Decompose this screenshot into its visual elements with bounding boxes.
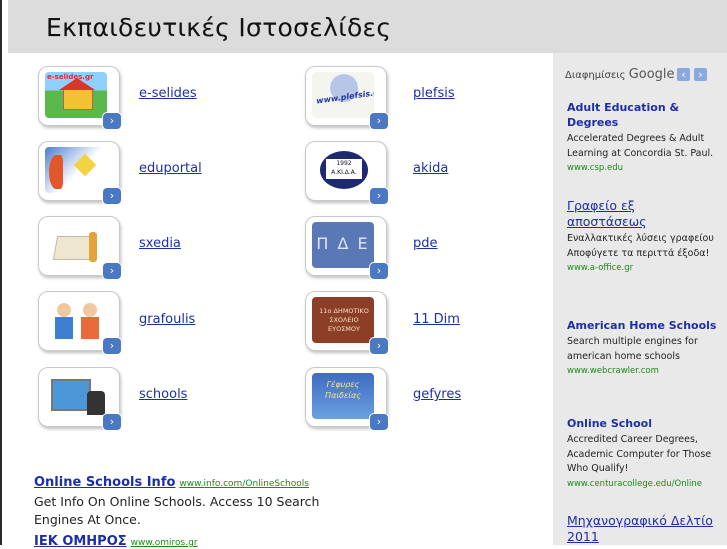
thumb-caption: e-selides.gr — [47, 73, 94, 81]
site-link[interactable]: schools — [139, 387, 187, 402]
sidebar-ad: Online School Accredited Career Degrees,… — [567, 416, 717, 489]
site-thumb-grafoulis[interactable]: › — [38, 291, 121, 354]
sidebar-ad-url[interactable]: www.centuracollege.edu/Online — [567, 479, 717, 489]
site-link[interactable]: akida — [413, 161, 448, 176]
chevron-right-icon[interactable]: › — [370, 414, 388, 430]
sidebar-ad-desc: Εναλλακτικές λύσεις γραφείου Αποφύγετε τ… — [567, 233, 714, 259]
ads-sidebar: Διαφημίσεις Google ‹ › Adult Education &… — [553, 53, 727, 545]
site-link[interactable]: e-selides — [139, 86, 197, 101]
site-thumb-schools[interactable]: › — [38, 367, 121, 430]
sidebar-ad-desc: Search multiple engines for american hom… — [567, 336, 698, 362]
site-thumb-e-selides[interactable]: e-selides.gr › — [38, 66, 121, 129]
sidebar-ad-url[interactable]: www.webcrawler.com — [567, 366, 717, 376]
ad-title-link[interactable]: ΙΕΚ ΟΜΗΡΟΣ — [34, 534, 127, 549]
site-image: e-selides.gr — [45, 72, 107, 118]
site-image: Γέφυρες Παιδείας — [312, 373, 374, 419]
site-thumb-plefsis[interactable]: www.plefsis.gr › — [305, 66, 388, 129]
chevron-right-icon[interactable]: › — [103, 113, 121, 129]
site-thumb-gefyres[interactable]: Γέφυρες Παιδείας › — [305, 367, 388, 430]
sidebar-ad: Γραφείο εξ αποστάσεως Εναλλακτικές λύσει… — [567, 198, 717, 273]
site-image — [45, 373, 107, 419]
chevron-right-icon[interactable]: › — [370, 263, 388, 279]
site-image: 1992 Α.ΚΙ.Δ.Α. — [312, 147, 374, 193]
site-thumb-sxedia[interactable]: › — [38, 216, 121, 279]
site-image — [45, 147, 107, 193]
site-image: www.plefsis.gr — [312, 72, 374, 118]
site-thumb-eduportal[interactable]: › — [38, 141, 121, 204]
site-thumb-akida[interactable]: 1992 Α.ΚΙ.Δ.Α. › — [305, 141, 388, 204]
google-ads-label[interactable]: Διαφημίσεις Google — [565, 67, 675, 82]
sidebar-ad-title[interactable]: American Home Schools — [567, 318, 717, 333]
page-title: Εκπαιδευτικές Ιστοσελίδες — [46, 13, 392, 42]
site-image — [45, 297, 107, 343]
thumb-caption: 1992 Α.ΚΙ.Δ.Α. — [331, 160, 357, 176]
sidebar-ad: American Home Schools Search multiple en… — [567, 318, 717, 376]
sidebar-ad-title[interactable]: Online School — [567, 416, 717, 431]
site-image — [45, 222, 107, 268]
sidebar-ad-title[interactable]: Μηχανογραφικό Δελτίο 2011 — [567, 513, 717, 545]
site-link[interactable]: plefsis — [413, 86, 455, 101]
chevron-left-icon[interactable]: ‹ — [677, 68, 690, 81]
ad-description: Get Info On Online Schools. Access 10 Se… — [34, 494, 320, 527]
google-logo: Google — [628, 67, 675, 82]
site-link[interactable]: grafoulis — [139, 312, 195, 327]
site-link[interactable]: eduportal — [139, 161, 202, 176]
site-image: 11ο ΔΗΜΟΤΙΚΟ ΣΧΟΛΕΙΟ ΕΥΟΣΜΟΥ — [312, 297, 374, 343]
ad-url[interactable]: www.info.com/OnlineSchools — [179, 479, 309, 489]
site-image: Π Δ Ε — [312, 222, 374, 268]
thumb-caption: 11ο ΔΗΜΟΤΙΚΟ ΣΧΟΛΕΙΟ ΕΥΟΣΜΟΥ — [319, 307, 369, 333]
ad-url[interactable]: www.omiros.gr — [131, 538, 198, 548]
ad-title-link[interactable]: Online Schools Info — [34, 475, 175, 490]
chevron-right-icon[interactable]: › — [103, 263, 121, 279]
chevron-right-icon[interactable]: › — [103, 414, 121, 430]
ad-iek-omiros: ΙΕΚ ΟΜΗΡΟΣ www.omiros.gr — [34, 530, 324, 549]
sidebar-ad-title[interactable]: Adult Education & Degrees — [567, 100, 717, 130]
site-link[interactable]: pde — [413, 236, 438, 251]
sidebar-ad-url[interactable]: www.a-office.gr — [567, 263, 717, 273]
chevron-right-icon[interactable]: › — [103, 188, 121, 204]
sidebar-ad: Μηχανογραφικό Δελτίο 2011 — [567, 513, 717, 545]
sidebar-ad: Adult Education & Degrees Accelerated De… — [567, 100, 717, 173]
site-thumb-11dim[interactable]: 11ο ΔΗΜΟΤΙΚΟ ΣΧΟΛΕΙΟ ΕΥΟΣΜΟΥ › — [305, 291, 388, 354]
chevron-right-icon[interactable]: › — [694, 68, 707, 81]
sidebar-ad-url[interactable]: www.csp.edu — [567, 163, 717, 173]
sidebar-ad-title[interactable]: Γραφείο εξ αποστάσεως — [567, 198, 717, 230]
ad-online-schools-info: Online Schools Info www.info.com/OnlineSc… — [34, 471, 324, 529]
sidebar-ad-desc: Accredited Career Degrees, Academic Comp… — [567, 434, 712, 474]
thumb-caption: Π Δ Ε — [316, 234, 370, 253]
thumb-caption: Γέφυρες Παιδείας — [325, 380, 361, 400]
sidebar-ad-desc: Accelerated Degrees & Adult Learning at … — [567, 133, 714, 159]
chevron-right-icon[interactable]: › — [103, 338, 121, 354]
site-link[interactable]: sxedia — [139, 236, 181, 251]
site-link[interactable]: gefyres — [413, 387, 461, 402]
site-link[interactable]: 11 Dim — [413, 312, 460, 327]
chevron-right-icon[interactable]: › — [370, 113, 388, 129]
site-thumb-pde[interactable]: Π Δ Ε › — [305, 216, 388, 279]
chevron-right-icon[interactable]: › — [370, 338, 388, 354]
page-header: Εκπαιδευτικές Ιστοσελίδες — [8, 0, 727, 53]
ads-label: Διαφημίσεις — [565, 70, 626, 81]
chevron-right-icon[interactable]: › — [370, 188, 388, 204]
